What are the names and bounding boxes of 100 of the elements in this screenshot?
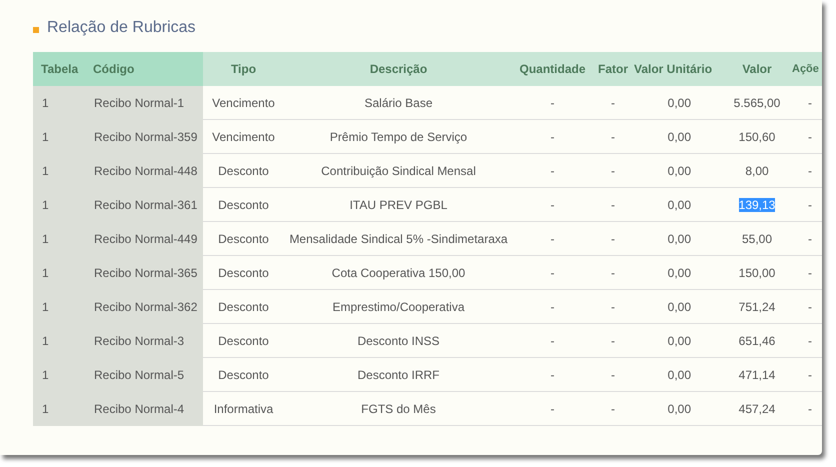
table-cell: 0,00	[668, 164, 691, 178]
table-cell: -	[611, 164, 615, 178]
table-cell: 8,00	[745, 164, 769, 178]
table-cell: -	[808, 334, 812, 348]
table-cell: Recibo Normal-359	[94, 130, 198, 144]
column-header: Tabela	[33, 52, 85, 86]
table-cell: -	[611, 198, 615, 212]
table-cell: -	[611, 130, 615, 144]
table-cell: Recibo Normal-1	[94, 96, 184, 110]
table-cell: Recibo Normal-449	[94, 232, 198, 246]
table-cell: 0,00	[668, 368, 691, 382]
table-cell: Recibo Normal-4	[94, 402, 184, 416]
table-cell: Desconto	[218, 198, 269, 212]
table-cell: -	[808, 402, 812, 416]
table-cell: Informativa	[214, 402, 274, 416]
table-cell: 471,14	[738, 368, 776, 382]
column-header: Açõe	[788, 52, 822, 86]
table-cell: -	[611, 334, 615, 348]
table-cell: 0,00	[668, 130, 691, 144]
table-cell: 55,00	[742, 232, 772, 246]
table-cell: -	[808, 198, 812, 212]
table-cell: 1	[42, 198, 49, 212]
table-cell: -	[808, 164, 812, 178]
table-cell: 1	[42, 130, 49, 144]
table-cell: 1	[42, 368, 49, 382]
table-cell: -	[808, 368, 812, 382]
table-cell: 0,00	[668, 198, 691, 212]
table-cell: 457,24	[738, 402, 776, 416]
table-cell: Recibo Normal-5	[94, 368, 184, 382]
table-cell: Desconto	[218, 266, 269, 280]
table-cell: -	[550, 232, 554, 246]
table-cell: -	[611, 402, 615, 416]
table-cell: -	[550, 334, 554, 348]
table-cell: -	[611, 96, 615, 110]
table-cell: Recibo Normal-365	[94, 266, 198, 280]
table-cell: -	[808, 266, 812, 280]
table-cell: -	[611, 266, 615, 280]
table-cell: 150,00	[738, 266, 776, 280]
table-cell: 0,00	[668, 300, 691, 314]
table-cell: 5.565,00	[734, 96, 780, 110]
table-cell: Prêmio Tempo de Serviço	[330, 130, 468, 144]
column-header: Valor Unitário	[634, 52, 726, 86]
table-cell: Emprestimo/Cooperativa	[332, 300, 465, 314]
table-cell: 150,60	[738, 130, 776, 144]
table-cell: 1	[42, 232, 49, 246]
table-cell: Contribuição Sindical Mensal	[321, 164, 476, 178]
square-bullet-icon	[33, 27, 39, 33]
table-cell: -	[550, 300, 554, 314]
table-cell: -	[550, 96, 554, 110]
table-cell: -	[808, 96, 812, 110]
table-cell: 0,00	[668, 96, 691, 110]
table-cell: Vencimento	[212, 96, 275, 110]
table-cell: 751,24	[738, 300, 776, 314]
table-cell: Desconto	[218, 300, 269, 314]
table-cell: -	[550, 402, 554, 416]
table-cell: 1	[42, 96, 49, 110]
table-cell: 1	[42, 164, 49, 178]
table-cell: 1	[42, 334, 49, 348]
column-header: Fator	[592, 52, 634, 86]
table-cell: -	[611, 232, 615, 246]
section-title: Relação de Rubricas	[47, 19, 196, 37]
table-cell: 0,00	[668, 334, 691, 348]
table-cell: Desconto	[218, 164, 269, 178]
table-cell: 1	[42, 402, 49, 416]
table-cell: -	[550, 266, 554, 280]
table-cell: -	[808, 130, 812, 144]
table-cell: Salário Base	[364, 96, 433, 110]
table-cell: 139,13	[738, 198, 776, 212]
table-cell: 1	[42, 300, 49, 314]
table-cell: Cota Cooperativa 150,00	[332, 266, 466, 280]
table-cell: 1	[42, 266, 49, 280]
column-header: Valor	[726, 52, 788, 86]
column-header: Descrição	[284, 52, 513, 86]
table-cell: Desconto	[218, 334, 269, 348]
column-header: Código	[85, 52, 203, 86]
table-cell: Recibo Normal-3	[94, 334, 184, 348]
column-header: Quantidade	[513, 52, 592, 86]
table-cell: -	[550, 198, 554, 212]
table-cell: Desconto IRRF	[357, 368, 440, 382]
table-cell: -	[808, 300, 812, 314]
table-cell: 0,00	[668, 402, 691, 416]
table-cell: 0,00	[668, 232, 691, 246]
table-cell: -	[808, 232, 812, 246]
table-cell: -	[550, 164, 554, 178]
table-cell: -	[611, 368, 615, 382]
table-cell: Recibo Normal-448	[94, 164, 198, 178]
table-cell: ITAU PREV PGBL	[350, 198, 448, 212]
table-cell: Vencimento	[212, 130, 275, 144]
table-cell: Desconto	[218, 368, 269, 382]
table-cell: -	[550, 368, 554, 382]
table-cell: 0,00	[668, 266, 691, 280]
table-cell: 651,46	[738, 334, 776, 348]
table-cell: -	[550, 130, 554, 144]
table-cell: -	[611, 300, 615, 314]
table-cell: FGTS do Mês	[361, 402, 436, 416]
column-header: Tipo	[203, 52, 284, 86]
table-cell: Desconto INSS	[357, 334, 440, 348]
table-cell: Mensalidade Sindical 5% -Sindimetaraxa	[289, 232, 508, 246]
table-cell: Recibo Normal-362	[94, 300, 198, 314]
table-cell: Recibo Normal-361	[94, 198, 198, 212]
